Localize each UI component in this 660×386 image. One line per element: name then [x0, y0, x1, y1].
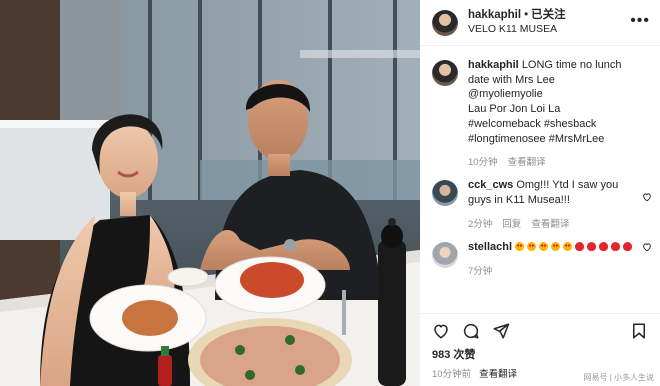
source-watermark: 网易号 | 小多人生说 [583, 373, 654, 382]
translate-link[interactable]: 查看翻译 [531, 216, 569, 230]
post-sidebar: hakkaphil • 已关注 VELO K11 MUSEA ••• hakkaph… [420, 0, 660, 386]
instagram-post: hakkaphil • 已关注 VELO K11 MUSEA ••• hakkaph… [0, 0, 660, 386]
action-bar [420, 314, 660, 348]
comment-like-icon[interactable] [642, 192, 652, 202]
red-heart-emoji [623, 241, 633, 251]
comment-item: cck_cws Omg!!! Ytd I saw you guys in K11… [420, 168, 660, 230]
post-header: hakkaphil • 已关注 VELO K11 MUSEA ••• [420, 0, 660, 46]
comment-username[interactable]: cck_cws [468, 179, 513, 191]
caption-line: Lau Por Jon Loi La [468, 103, 561, 116]
post-location[interactable]: VELO K11 MUSEA [468, 23, 566, 37]
red-heart-emoji [599, 241, 609, 251]
caption-item: hakkaphil LONG time no lunch date with M… [420, 52, 660, 168]
comment-text: cck_cws Omg!!! Ytd I saw you guys in K11… [468, 178, 636, 207]
caption-mention[interactable]: @myoliemyolie [468, 88, 543, 100]
emoji-row [515, 241, 635, 253]
comment-meta: 7分钟 [468, 263, 636, 277]
reply-link[interactable]: 回复 [502, 216, 521, 230]
comment-time: 2分钟 [468, 218, 493, 230]
post-timestamp: 10分钟前 [432, 369, 472, 380]
author-avatar[interactable] [432, 9, 458, 36]
follow-status[interactable]: 已关注 [531, 9, 566, 21]
caption-hashtags[interactable]: #longtimenosee #MrsMrLee [468, 133, 604, 145]
comment-icon[interactable] [462, 322, 480, 340]
caption-avatar[interactable] [432, 60, 458, 86]
red-heart-emoji [587, 241, 597, 251]
author-info: hakkaphil • 已关注 VELO K11 MUSEA [468, 8, 566, 37]
caption-text: hakkaphil LONG time no lunch date with M… [468, 58, 636, 146]
heart-eyes-emoji [527, 241, 537, 251]
commenter-avatar[interactable] [432, 180, 458, 207]
comment-text: stellachl [468, 240, 636, 255]
post-actions-section: 983 次赞 10分钟前 查看翻译 [420, 313, 660, 380]
heart-eyes-emoji [551, 241, 561, 251]
comment-username[interactable]: stellachl [468, 241, 512, 253]
bookmark-icon[interactable] [630, 322, 648, 340]
like-count[interactable]: 983 次赞 [420, 348, 660, 362]
post-translate-link[interactable]: 查看翻译 [479, 366, 517, 380]
more-icon[interactable]: ••• [630, 12, 650, 30]
heart-eyes-emoji [515, 241, 525, 251]
heart-icon[interactable] [432, 322, 450, 340]
comment-meta: 2分钟 回复 查看翻译 [468, 216, 636, 230]
comment-like-icon[interactable] [642, 242, 652, 252]
commenter-avatar[interactable] [432, 241, 458, 268]
separator-dot: • [524, 9, 529, 22]
caption-meta: 10分钟 查看翻译 [468, 154, 636, 168]
caption-translate-link[interactable]: 查看翻译 [508, 154, 546, 168]
caption-time: 10分钟 [468, 157, 498, 169]
caption-hashtags[interactable]: #welcomeback #shesback [468, 118, 596, 130]
comment-item: stellachl 7分钟 [420, 230, 660, 277]
red-heart-emoji [575, 241, 585, 251]
heart-eyes-emoji [563, 241, 573, 251]
post-photo[interactable] [0, 0, 420, 386]
photo-illustration [0, 0, 420, 386]
comment-list: hakkaphil LONG time no lunch date with M… [420, 52, 660, 297]
share-icon[interactable] [492, 322, 510, 340]
red-heart-emoji [611, 241, 621, 251]
author-username[interactable]: hakkaphil [468, 9, 521, 21]
caption-username[interactable]: hakkaphil [468, 59, 519, 71]
heart-eyes-emoji [539, 241, 549, 251]
comment-time: 7分钟 [468, 265, 493, 277]
